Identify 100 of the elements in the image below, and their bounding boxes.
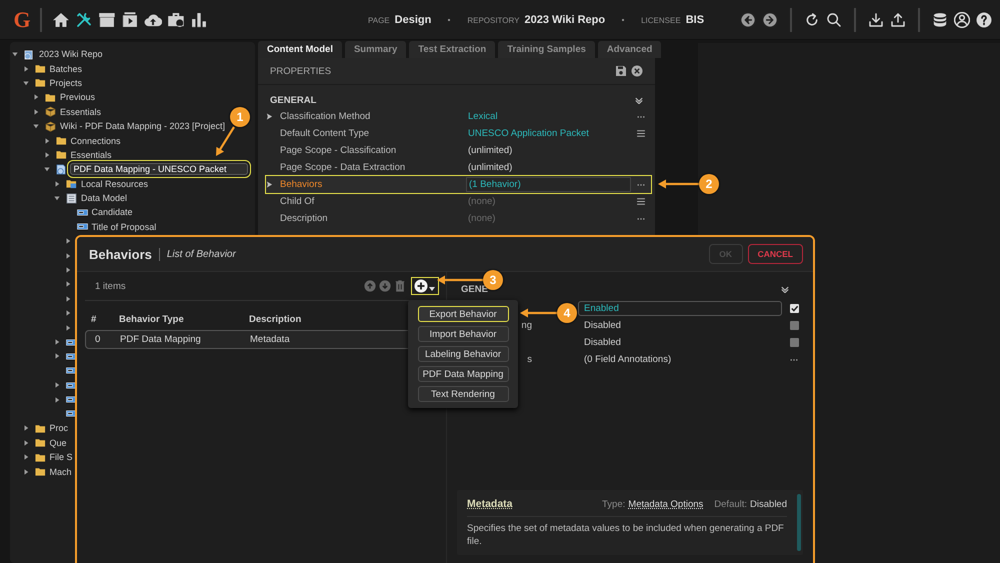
type-label: Type:	[602, 499, 626, 510]
package-icon	[45, 120, 56, 132]
video-icon[interactable]	[121, 10, 139, 28]
cancel-button[interactable]: CANCEL	[748, 244, 803, 264]
tree-item[interactable]: Que	[48, 438, 68, 448]
close-icon[interactable]	[631, 65, 643, 77]
tab[interactable]: Content Model	[258, 41, 342, 58]
expand-arrow-icon[interactable]	[22, 440, 28, 446]
expand-arrow-icon[interactable]	[33, 94, 39, 100]
expand-arrow-icon[interactable]	[44, 166, 50, 172]
field-icon	[76, 221, 88, 232]
expand-arrow-icon[interactable]	[33, 123, 39, 130]
logo[interactable]: G	[12, 6, 32, 32]
expand-arrow-icon[interactable]	[266, 113, 273, 120]
user-icon[interactable]	[954, 12, 970, 28]
expand-arrow-icon[interactable]	[64, 296, 70, 302]
back-icon[interactable]	[740, 12, 756, 28]
expand-arrow-icon[interactable]	[54, 382, 60, 388]
expand-arrow-icon[interactable]	[22, 454, 28, 460]
tab[interactable]: Test Extraction	[409, 41, 496, 58]
expand-arrow-icon[interactable]	[22, 468, 28, 475]
tree-item[interactable]: Title of Proposal	[90, 222, 158, 232]
expand-arrow-icon[interactable]	[44, 152, 50, 158]
tree-item[interactable]: Mach	[48, 466, 73, 477]
menu-item[interactable]: Export Behavior	[418, 306, 508, 322]
tree-item[interactable]: Essentials	[70, 150, 113, 160]
ellipsis-icon[interactable]	[637, 216, 645, 220]
ellipsis-icon[interactable]	[790, 358, 798, 362]
expand-arrow-icon[interactable]	[54, 396, 60, 403]
wrench-screwdriver-icon[interactable]	[75, 10, 93, 28]
folder-icon	[56, 149, 66, 160]
archive-icon[interactable]	[98, 10, 116, 28]
refresh-icon[interactable]	[804, 12, 820, 28]
expand-arrow-icon[interactable]	[64, 324, 70, 331]
property-value: (none)	[467, 195, 496, 208]
checkbox[interactable]	[790, 338, 798, 347]
tree-item[interactable]: Connections	[70, 136, 122, 146]
expand-arrow-icon[interactable]	[54, 353, 60, 360]
tree-item[interactable]: Candidate	[90, 207, 134, 218]
menu-item[interactable]: PDF Data Mapping	[418, 366, 508, 382]
expand-arrow-icon[interactable]	[54, 195, 60, 202]
expand-arrow-icon[interactable]	[54, 180, 60, 187]
list-icon[interactable]	[637, 198, 645, 205]
save-icon[interactable]	[615, 65, 627, 77]
scrollbar[interactable]	[797, 494, 801, 551]
bar-chart-icon[interactable]	[190, 10, 208, 28]
menu-item[interactable]: Text Rendering	[418, 386, 508, 402]
expand-arrow-icon[interactable]	[64, 281, 70, 288]
home-icon[interactable]	[52, 10, 70, 28]
forward-icon[interactable]	[762, 12, 778, 28]
tree-item[interactable]: PDF Data Mapping - UNESCO Packet	[70, 163, 248, 176]
ellipsis-icon[interactable]	[637, 182, 645, 186]
chevron-icon[interactable]	[781, 286, 789, 292]
folder-icon	[45, 92, 56, 103]
expand-arrow-icon[interactable]	[33, 108, 39, 115]
tree-item[interactable]: Local Resources	[80, 178, 150, 189]
tab[interactable]: Advanced	[598, 41, 662, 58]
download-icon[interactable]	[868, 12, 884, 28]
tree-item[interactable]: 2023 Wiki Repo	[38, 49, 104, 60]
checkbox[interactable]	[790, 304, 798, 313]
tree-item[interactable]: Essentials	[59, 106, 102, 117]
expand-arrow-icon[interactable]	[64, 238, 70, 244]
menu-item[interactable]: Import Behavior	[418, 326, 508, 342]
tree-item[interactable]: Proc	[48, 423, 70, 434]
expand-arrow-icon[interactable]	[266, 181, 273, 188]
checkbox[interactable]	[790, 321, 798, 330]
property-name: Classification Method	[280, 111, 372, 122]
tree-item[interactable]: File S	[48, 452, 74, 462]
list-icon[interactable]	[637, 130, 645, 137]
property-name: Page Scope - Data Extraction	[280, 162, 406, 173]
menu-item[interactable]: Labeling Behavior	[418, 346, 508, 362]
search-icon[interactable]	[826, 12, 842, 28]
expand-arrow-icon[interactable]	[64, 252, 70, 259]
database-icon[interactable]	[932, 12, 948, 28]
item-count: 1 items	[95, 280, 126, 292]
callout-arrow	[658, 180, 699, 188]
tree-item[interactable]: Projects	[48, 78, 84, 88]
add-button[interactable]	[412, 278, 438, 294]
briefcase-clock-icon[interactable]	[167, 10, 185, 28]
tab[interactable]: Training Samples	[498, 41, 595, 58]
help-description: Specifies the set of metadata values to be included when generating a PDF file.	[467, 523, 785, 549]
expand-arrow-icon[interactable]	[64, 310, 70, 316]
expand-arrow-icon[interactable]	[22, 425, 28, 432]
tree-item[interactable]: Batches	[48, 64, 84, 74]
expand-arrow-icon[interactable]	[54, 339, 60, 345]
type-link[interactable]: Metadata Options	[628, 499, 704, 510]
help-icon[interactable]	[976, 12, 992, 28]
tree-item[interactable]: Previous	[59, 92, 96, 102]
expand-arrow-icon[interactable]	[64, 267, 70, 274]
expand-arrow-icon[interactable]	[44, 138, 50, 144]
expand-arrow-icon[interactable]	[22, 66, 28, 72]
property-value: UNESCO Application Packet	[467, 127, 590, 140]
upload-icon[interactable]	[890, 12, 906, 28]
tab[interactable]: Summary	[344, 41, 406, 58]
tree-item[interactable]: Data Model	[80, 193, 128, 204]
chevron-icon[interactable]	[635, 97, 643, 104]
ellipsis-icon[interactable]	[637, 114, 645, 118]
tree-item[interactable]: Wiki - PDF Data Mapping - 2023 [Project]	[59, 121, 226, 132]
expand-arrow-icon[interactable]	[12, 51, 18, 58]
expand-arrow-icon[interactable]	[22, 80, 28, 86]
